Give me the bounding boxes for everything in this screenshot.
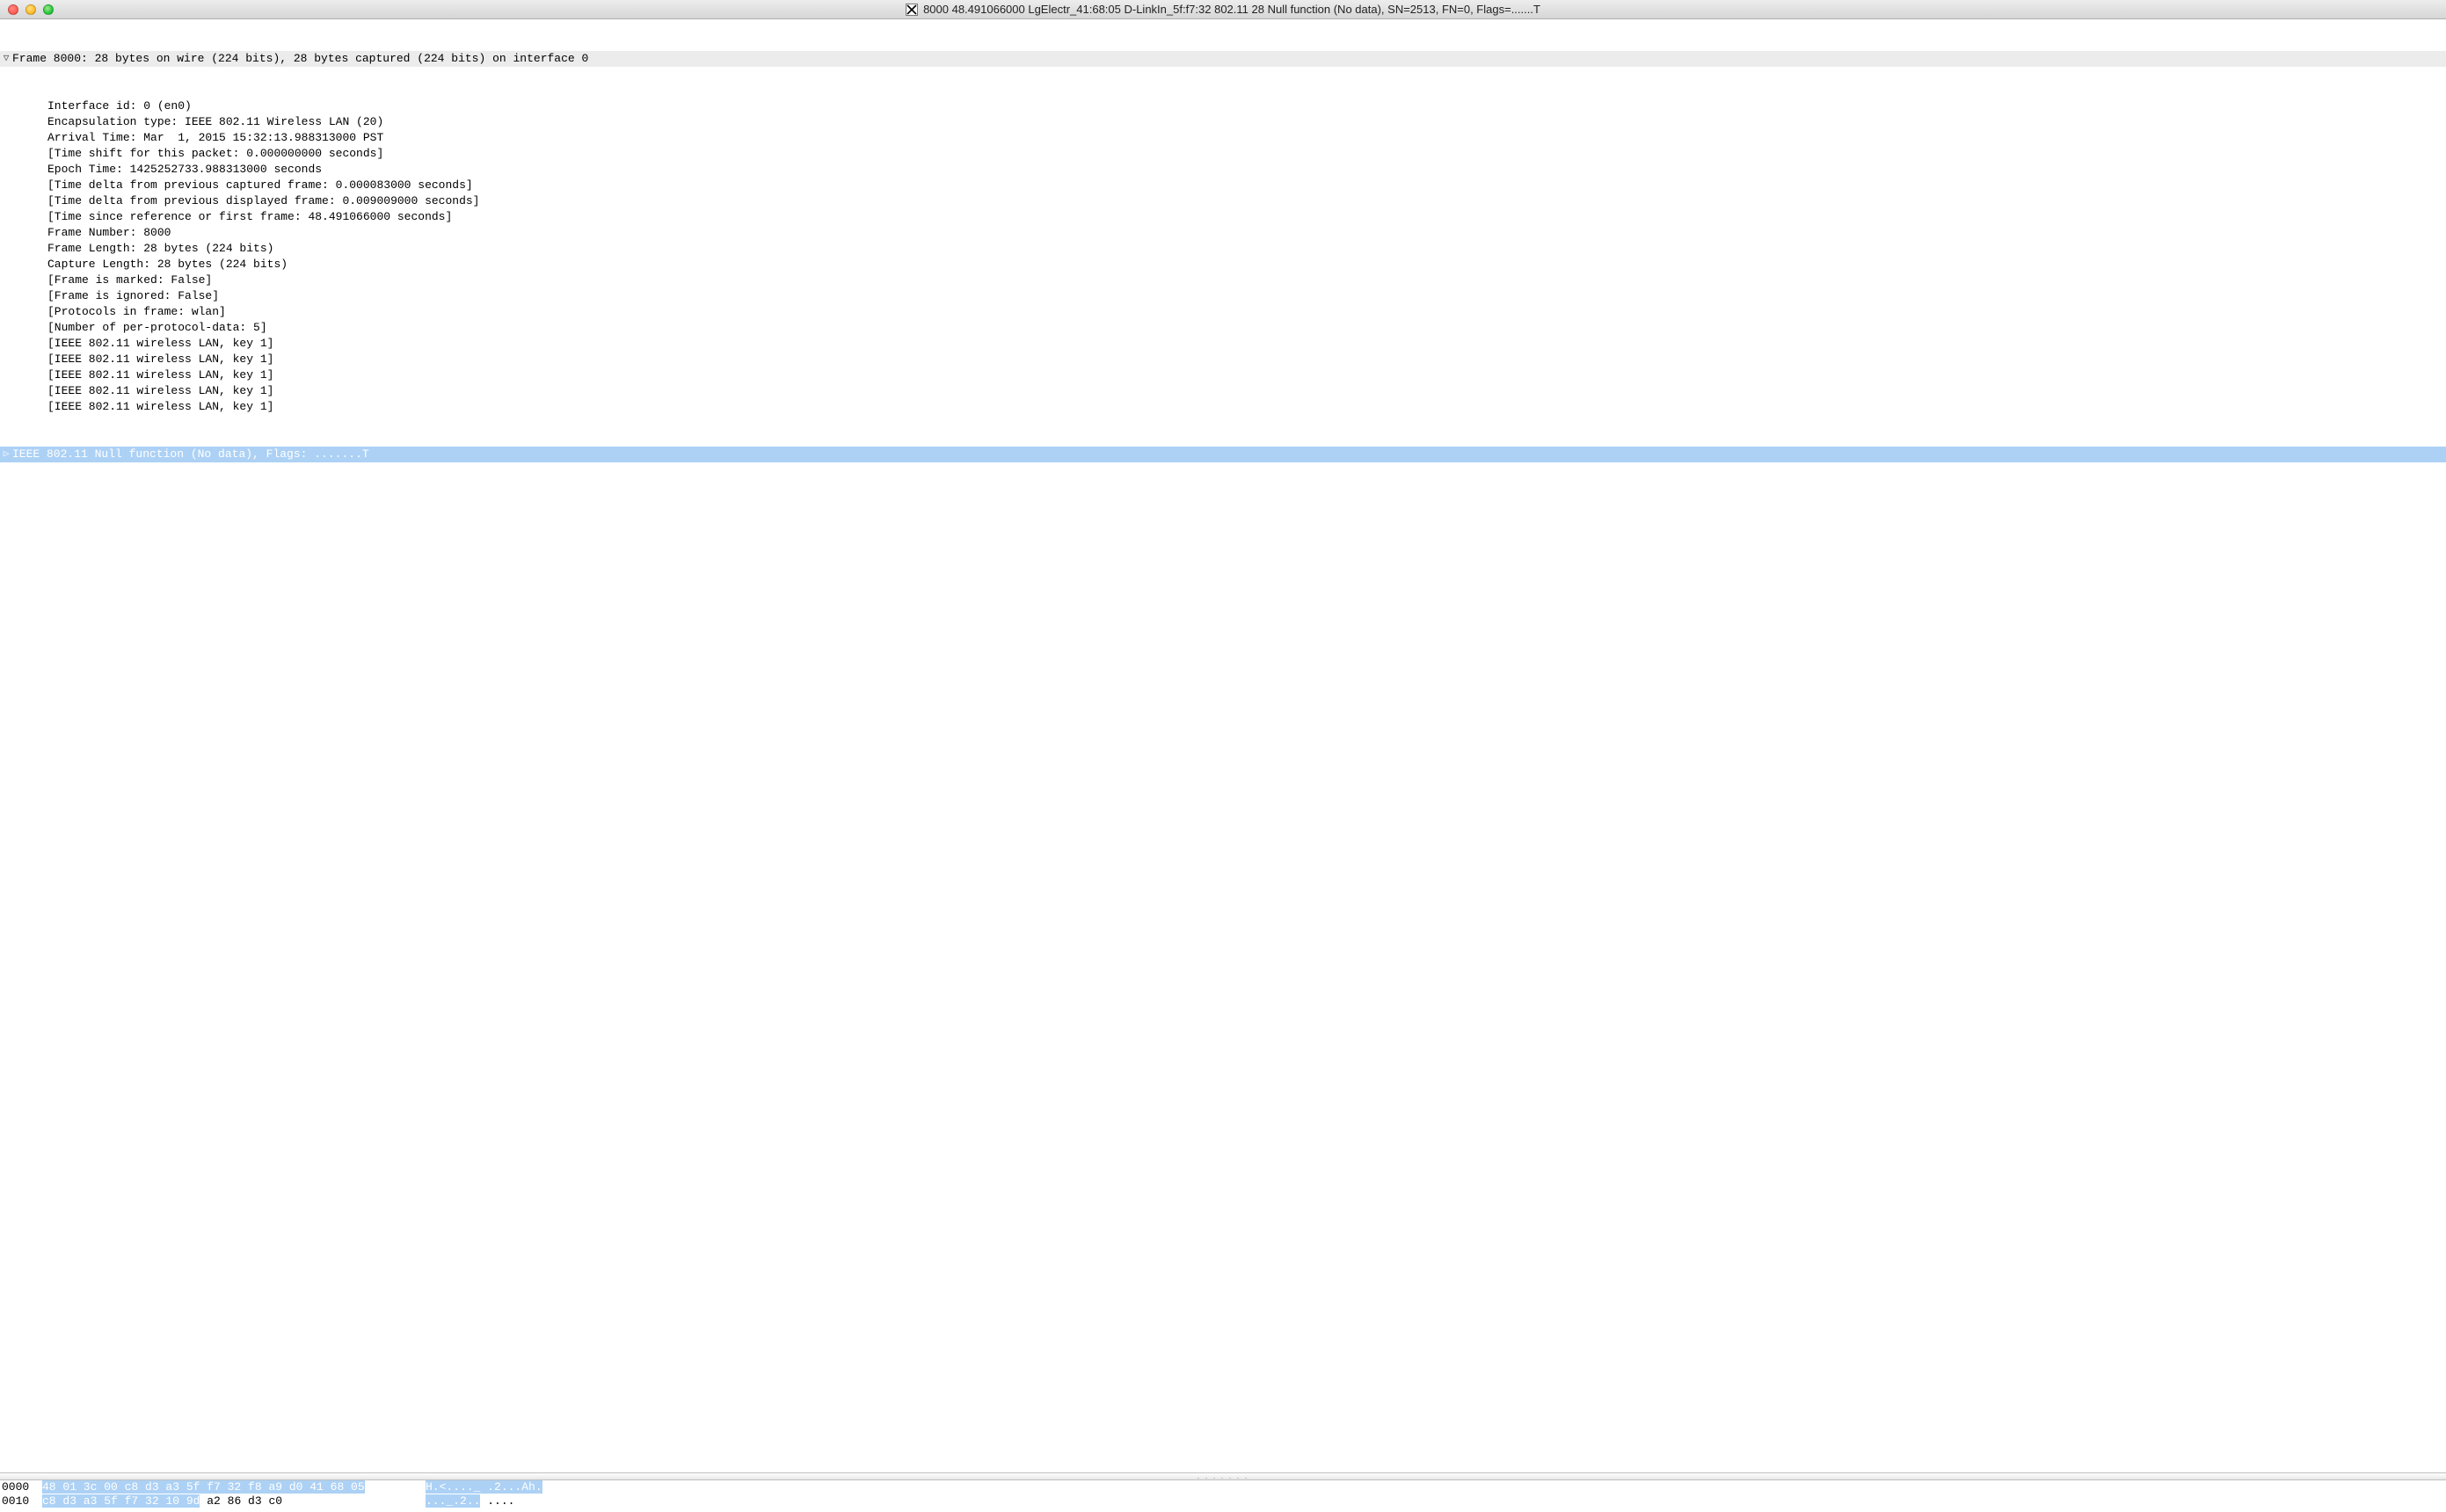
- frame-detail-text: Frame Number: 8000: [12, 225, 2446, 241]
- hex-bytes: 48 01 3c 00 c8 d3 a3 5f f7 32 f8 a9 d0 4…: [42, 1480, 403, 1494]
- frame-detail-line[interactable]: [Time delta from previous displayed fram…: [0, 193, 2446, 209]
- hex-row[interactable]: 0010c8 d3 a3 5f f7 32 10 9d a2 86 d3 c0.…: [2, 1494, 2446, 1508]
- frame-detail-line[interactable]: [IEEE 802.11 wireless LAN, key 1]: [0, 352, 2446, 367]
- collapse-triangle-icon[interactable]: [0, 447, 12, 462]
- frame-detail-line[interactable]: [IEEE 802.11 wireless LAN, key 1]: [0, 399, 2446, 415]
- hex-offset: 0000: [2, 1480, 42, 1494]
- expand-triangle-icon[interactable]: [0, 51, 12, 67]
- frame-detail-text: [Time delta from previous captured frame…: [12, 178, 2446, 193]
- frame-detail-line[interactable]: Capture Length: 28 bytes (224 bits): [0, 257, 2446, 273]
- frame-detail-text: [Time since reference or first frame: 48…: [12, 209, 2446, 225]
- frame-detail-text: [IEEE 802.11 wireless LAN, key 1]: [12, 399, 2446, 415]
- zoom-button[interactable]: [43, 4, 54, 15]
- frame-detail-line[interactable]: [Time shift for this packet: 0.000000000…: [0, 146, 2446, 162]
- frame-detail-text: [Protocols in frame: wlan]: [12, 304, 2446, 320]
- hex-ascii: H.<...._ .2...Ah.: [426, 1480, 542, 1494]
- frame-detail-line[interactable]: [IEEE 802.11 wireless LAN, key 1]: [0, 367, 2446, 383]
- frame-detail-line[interactable]: Frame Length: 28 bytes (224 bits): [0, 241, 2446, 257]
- frame-detail-text: [Time delta from previous displayed fram…: [12, 193, 2446, 209]
- frame-detail-line[interactable]: [Protocols in frame: wlan]: [0, 304, 2446, 320]
- frame-detail-text: Capture Length: 28 bytes (224 bits): [12, 257, 2446, 273]
- hex-row[interactable]: 000048 01 3c 00 c8 d3 a3 5f f7 32 f8 a9 …: [2, 1480, 2446, 1494]
- frame-detail-text: Frame Length: 28 bytes (224 bits): [12, 241, 2446, 257]
- window-title: 8000 48.491066000 LgElectr_41:68:05 D-Li…: [923, 3, 1540, 16]
- hex-dump-pane[interactable]: 000048 01 3c 00 c8 d3 a3 5f f7 32 f8 a9 …: [0, 1480, 2446, 1510]
- frame-detail-line[interactable]: Arrival Time: Mar 1, 2015 15:32:13.98831…: [0, 130, 2446, 146]
- frame-detail-text: [IEEE 802.11 wireless LAN, key 1]: [12, 383, 2446, 399]
- frame-detail-text: [IEEE 802.11 wireless LAN, key 1]: [12, 336, 2446, 352]
- window-title-wrapper: 8000 48.491066000 LgElectr_41:68:05 D-Li…: [0, 3, 2446, 16]
- frame-detail-text: Arrival Time: Mar 1, 2015 15:32:13.98831…: [12, 130, 2446, 146]
- frame-detail-line[interactable]: [Frame is ignored: False]: [0, 288, 2446, 304]
- minimize-button[interactable]: [25, 4, 36, 15]
- frame-detail-line[interactable]: [Frame is marked: False]: [0, 273, 2446, 288]
- hex-offset: 0010: [2, 1494, 42, 1508]
- frame-detail-line[interactable]: Frame Number: 8000: [0, 225, 2446, 241]
- frame-detail-text: [IEEE 802.11 wireless LAN, key 1]: [12, 367, 2446, 383]
- frame-detail-line[interactable]: [Time since reference or first frame: 48…: [0, 209, 2446, 225]
- frame-detail-line[interactable]: [Number of per-protocol-data: 5]: [0, 320, 2446, 336]
- packet-details-pane[interactable]: Frame 8000: 28 bytes on wire (224 bits),…: [0, 19, 2446, 1472]
- wlan-summary: IEEE 802.11 Null function (No data), Fla…: [12, 447, 2446, 462]
- frame-detail-text: Epoch Time: 1425252733.988313000 seconds: [12, 162, 2446, 178]
- hex-bytes: c8 d3 a3 5f f7 32 10 9d a2 86 d3 c0: [42, 1494, 403, 1508]
- frame-detail-line[interactable]: Encapsulation type: IEEE 802.11 Wireless…: [0, 114, 2446, 130]
- frame-detail-line[interactable]: Epoch Time: 1425252733.988313000 seconds: [0, 162, 2446, 178]
- frame-detail-text: [Number of per-protocol-data: 5]: [12, 320, 2446, 336]
- frame-detail-text: [Time shift for this packet: 0.000000000…: [12, 146, 2446, 162]
- frame-detail-text: [Frame is marked: False]: [12, 273, 2446, 288]
- hex-ascii: ..._.2.. ....: [426, 1494, 514, 1508]
- traffic-lights: [8, 4, 54, 15]
- frame-detail-line[interactable]: Interface id: 0 (en0): [0, 98, 2446, 114]
- frame-detail-text: Interface id: 0 (en0): [12, 98, 2446, 114]
- x11-app-icon: [906, 4, 918, 16]
- frame-detail-line[interactable]: [Time delta from previous captured frame…: [0, 178, 2446, 193]
- frame-detail-text: Encapsulation type: IEEE 802.11 Wireless…: [12, 114, 2446, 130]
- wlan-tree-item[interactable]: IEEE 802.11 Null function (No data), Fla…: [0, 447, 2446, 462]
- window-titlebar: 8000 48.491066000 LgElectr_41:68:05 D-Li…: [0, 0, 2446, 19]
- frame-detail-text: [IEEE 802.11 wireless LAN, key 1]: [12, 352, 2446, 367]
- frame-tree-item[interactable]: Frame 8000: 28 bytes on wire (224 bits),…: [0, 51, 2446, 67]
- frame-detail-line[interactable]: [IEEE 802.11 wireless LAN, key 1]: [0, 383, 2446, 399]
- frame-summary: Frame 8000: 28 bytes on wire (224 bits),…: [12, 51, 2446, 67]
- frame-detail-text: [Frame is ignored: False]: [12, 288, 2446, 304]
- close-button[interactable]: [8, 4, 18, 15]
- frame-detail-line[interactable]: [IEEE 802.11 wireless LAN, key 1]: [0, 336, 2446, 352]
- pane-splitter[interactable]: . . . . . . .: [0, 1472, 2446, 1480]
